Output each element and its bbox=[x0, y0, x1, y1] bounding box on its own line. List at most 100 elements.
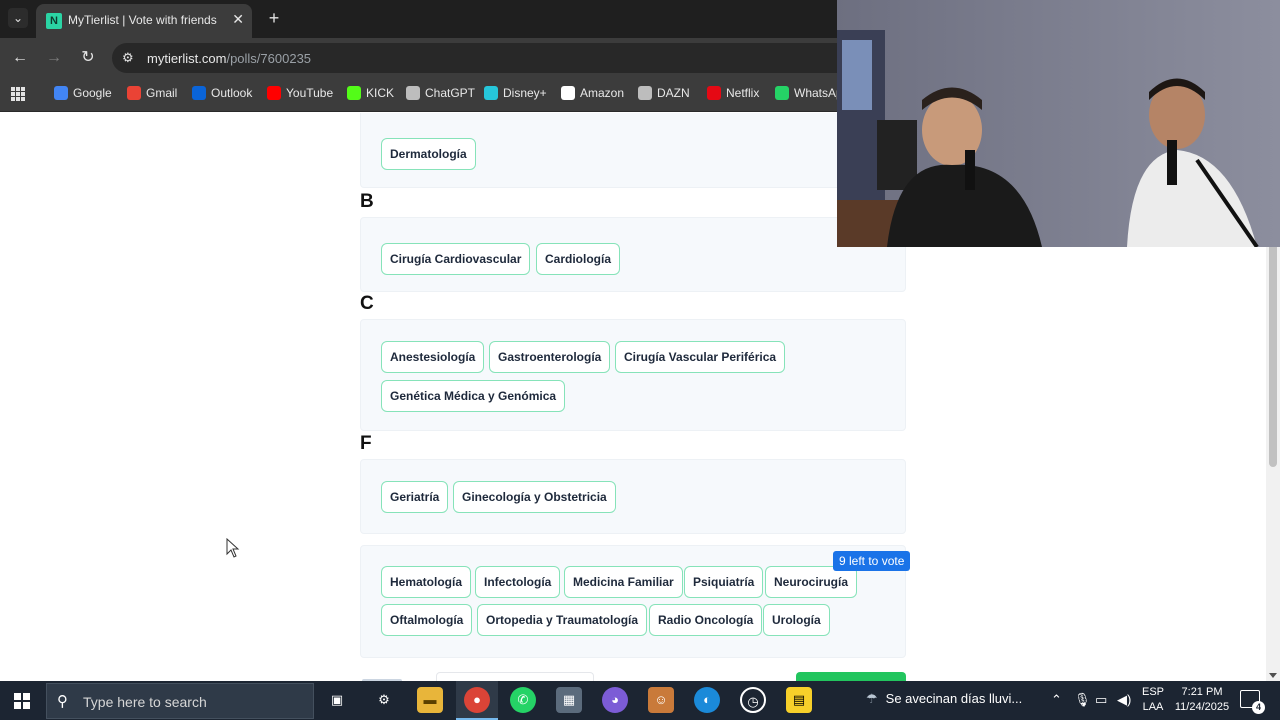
google-icon bbox=[54, 86, 68, 100]
taskbar-search-placeholder: Type here to search bbox=[83, 694, 207, 710]
tier-item-chip[interactable]: Radio Oncología bbox=[649, 604, 763, 636]
calculator-icon[interactable]: ▦ bbox=[556, 687, 582, 713]
address-bar[interactable]: ⚙ mytierlist.com/polls/7600235 bbox=[112, 43, 872, 73]
tier-label: B bbox=[360, 191, 374, 212]
new-tab-icon[interactable]: + bbox=[264, 8, 284, 29]
input-language[interactable]: ESP LAA bbox=[1140, 685, 1166, 715]
windows-start-icon[interactable] bbox=[14, 693, 30, 709]
bookmark-amazon[interactable]: Amazon bbox=[561, 86, 624, 100]
volume-icon[interactable]: ◀) bbox=[1117, 692, 1131, 708]
tier-label: C bbox=[360, 293, 374, 314]
tier-item-chip[interactable]: Anestesiología bbox=[381, 341, 485, 373]
tier-row[interactable]: Anestesiología Gastroenterología Cirugía V… bbox=[360, 319, 906, 431]
bookmark-label: Amazon bbox=[580, 86, 625, 100]
bookmark-youtube[interactable]: YouTube bbox=[267, 86, 333, 100]
tier-item-chip[interactable]: Gastroenterología bbox=[489, 341, 611, 373]
tier-row[interactable]: Dermatología bbox=[360, 113, 906, 188]
tier-item-chip[interactable]: Genética Médica y Genómica bbox=[381, 380, 566, 412]
tier-item-chip[interactable]: Cirugía Cardiovascular bbox=[381, 243, 531, 275]
bookmark-label: Google bbox=[73, 86, 112, 100]
taskbar-clock[interactable]: 7:21 PM 11/24/2025 bbox=[1170, 685, 1234, 715]
bookmark-label: ChatGPT bbox=[425, 86, 476, 100]
youtube-icon bbox=[267, 86, 281, 100]
task-view-icon[interactable]: ▣ bbox=[324, 687, 350, 713]
notifications-icon[interactable]: 4 bbox=[1240, 690, 1265, 714]
tier-item-chip[interactable]: Urología bbox=[763, 604, 830, 636]
chrome-icon[interactable]: ● bbox=[464, 687, 490, 713]
chatgpt-icon bbox=[406, 86, 420, 100]
tier-item-chip[interactable]: Cirugía Vascular Periférica bbox=[615, 341, 786, 373]
user-app-icon[interactable]: ☺ bbox=[648, 687, 674, 713]
bookmark-google[interactable]: Google bbox=[54, 86, 112, 100]
discord-icon[interactable]: ◕ bbox=[602, 687, 628, 713]
url-domain: mytierlist.com bbox=[147, 51, 227, 66]
sticky-notes-icon[interactable]: ▤ bbox=[786, 687, 812, 713]
webcam-video-image bbox=[837, 0, 1280, 247]
bookmark-label: WhatsAp bbox=[794, 86, 843, 100]
bookmark-kick[interactable]: KICK bbox=[347, 86, 394, 100]
tier-item-chip[interactable]: Hematología bbox=[381, 566, 472, 598]
bookmark-disney[interactable]: Disney+ bbox=[484, 86, 547, 100]
outlook-icon bbox=[192, 86, 206, 100]
back-icon[interactable]: ← bbox=[10, 48, 30, 68]
taskbar-search-box[interactable]: ⚲ Type here to search bbox=[46, 683, 314, 719]
tier-item-chip[interactable]: Oftalmología bbox=[381, 604, 473, 636]
bookmark-netflix[interactable]: Netflix bbox=[707, 86, 759, 100]
file-explorer-icon[interactable]: ▬ bbox=[417, 687, 443, 713]
bookmark-label: Netflix bbox=[726, 86, 760, 100]
notifications-count: 4 bbox=[1252, 701, 1265, 714]
clock-app-icon[interactable]: ◷ bbox=[740, 687, 766, 713]
battery-icon[interactable]: ▭ bbox=[1095, 692, 1107, 708]
dazn-icon bbox=[638, 86, 652, 100]
forward-icon[interactable]: → bbox=[44, 48, 64, 68]
weather-widget[interactable]: ☂ Se avecinan días lluvi... bbox=[866, 691, 1022, 707]
tier-item-chip[interactable]: Psiquiatría bbox=[684, 566, 764, 598]
tier-item-chip[interactable]: Ginecología y Obstetricia bbox=[453, 481, 616, 513]
windows-taskbar: ⚲ Type here to search ▣ ⚙ ▬ ● ✆ ▦ ◕ ☺ ◐ … bbox=[0, 681, 1280, 720]
tier-item-chip[interactable]: Geriatría bbox=[381, 481, 449, 513]
bookmark-label: Disney+ bbox=[503, 86, 547, 100]
site-info-icon[interactable]: ⚙ bbox=[122, 50, 134, 66]
bookmark-outlook[interactable]: Outlook bbox=[192, 86, 252, 100]
bookmark-chatgpt[interactable]: ChatGPT bbox=[406, 86, 475, 100]
url-path: /polls/7600235 bbox=[226, 51, 312, 66]
tray-chevron-icon[interactable]: ⌃ bbox=[1051, 692, 1062, 708]
bookmark-label: Gmail bbox=[146, 86, 178, 100]
mouse-cursor-icon bbox=[226, 538, 240, 558]
webcam-overlay bbox=[837, 0, 1280, 247]
footer-action-button-stub[interactable] bbox=[796, 672, 906, 681]
bookmark-label: DAZN bbox=[657, 86, 690, 100]
tier-item-chip[interactable]: Ortopedia y Traumatología bbox=[477, 604, 648, 636]
gmail-icon bbox=[127, 86, 141, 100]
clock-time: 7:21 PM bbox=[1181, 686, 1223, 698]
settings-gear-icon[interactable]: ⚙ bbox=[371, 687, 397, 713]
url-text[interactable]: mytierlist.com/polls/7600235 bbox=[147, 51, 311, 66]
tier-row[interactable]: Geriatría Ginecología y Obstetricia bbox=[360, 459, 906, 534]
bookmark-gmail[interactable]: Gmail bbox=[127, 86, 177, 100]
bookmark-label: KICK bbox=[366, 86, 395, 100]
bookmark-label: YouTube bbox=[286, 86, 334, 100]
amazon-icon bbox=[561, 86, 575, 100]
lang-bottom: LAA bbox=[1142, 701, 1164, 713]
tier-item-chip[interactable]: Medicina Familiar bbox=[564, 566, 683, 598]
reload-icon[interactable]: ↻ bbox=[78, 48, 98, 68]
bookmark-dazn[interactable]: DAZN bbox=[638, 86, 690, 100]
tab-mytierlist[interactable]: N MyTierlist | Vote with friends ✕ bbox=[36, 4, 252, 38]
tab-search-icon[interactable]: ⌄ bbox=[8, 8, 28, 28]
tier-item-chip[interactable]: Dermatología bbox=[381, 138, 476, 170]
tier-item-chip[interactable]: Cardiología bbox=[536, 243, 621, 275]
apps-grid-icon[interactable] bbox=[11, 87, 25, 101]
votes-left-badge: 9 left to vote bbox=[833, 551, 911, 571]
bookmark-whatsapp[interactable]: WhatsAp bbox=[775, 86, 843, 100]
netflix-icon bbox=[707, 86, 721, 100]
edge-icon[interactable]: ◐ bbox=[694, 687, 720, 713]
footer-input-stub[interactable] bbox=[436, 672, 594, 681]
whatsapp-icon[interactable]: ✆ bbox=[510, 687, 536, 713]
tab-close-icon[interactable]: ✕ bbox=[232, 11, 244, 28]
microphone-icon[interactable]: 🎙 bbox=[1074, 692, 1091, 708]
tier-row[interactable]: Cirugía Cardiovascular Cardiología bbox=[360, 217, 906, 292]
unranked-pool[interactable]: Hematología Infectología Medicina Familiar… bbox=[360, 545, 906, 658]
tier-item-chip[interactable]: Infectología bbox=[475, 566, 561, 598]
search-icon: ⚲ bbox=[57, 693, 68, 710]
scroll-down-icon[interactable] bbox=[1269, 673, 1277, 678]
